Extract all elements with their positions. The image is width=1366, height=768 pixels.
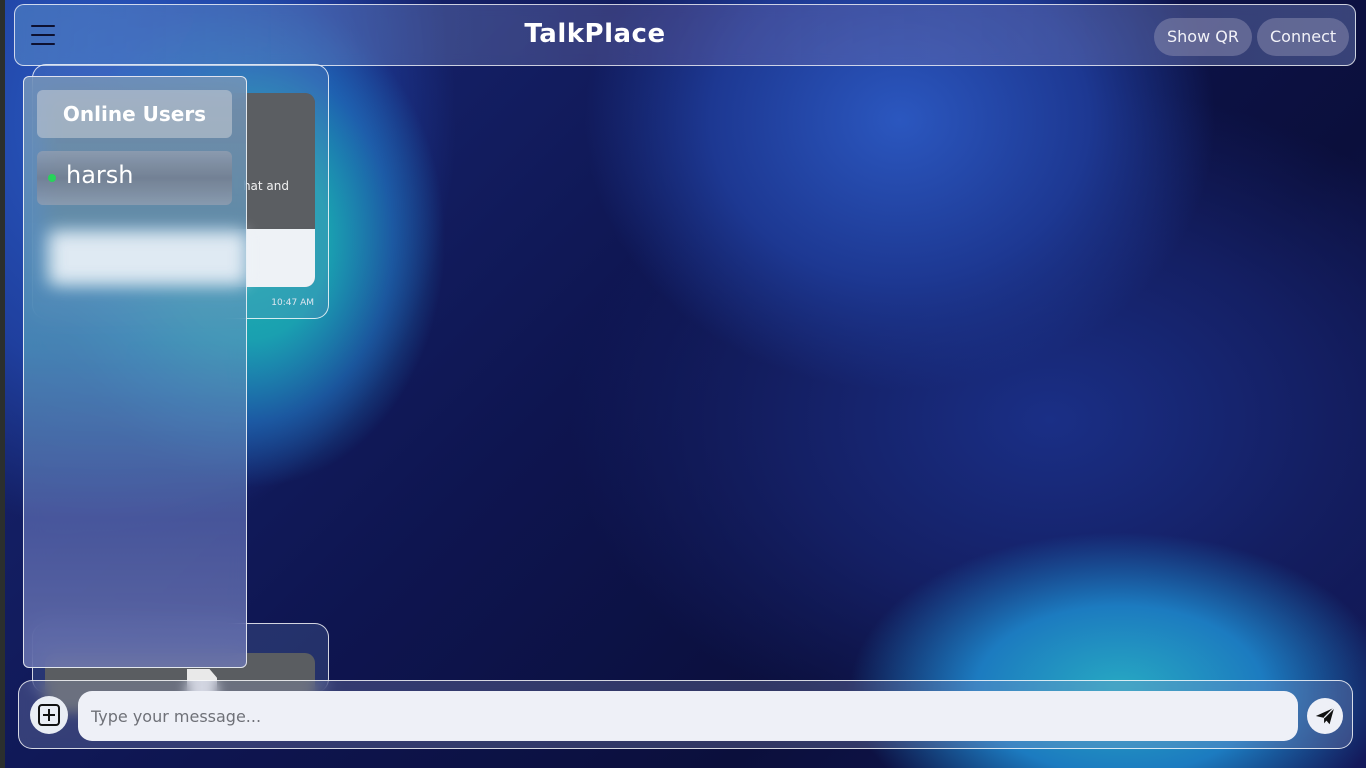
plus-square-icon <box>38 704 60 726</box>
user-list-item[interactable]: harsh <box>37 151 232 205</box>
message-composer <box>18 680 1353 749</box>
user-name: harsh <box>66 161 134 189</box>
send-button[interactable] <box>1307 698 1343 734</box>
app-title: TalkPlace <box>524 19 666 49</box>
show-qr-button[interactable]: Show QR <box>1154 18 1252 56</box>
online-users-sidebar: Online Users harsh <box>23 76 247 668</box>
app-header: TalkPlace Show QR Connect <box>14 4 1356 66</box>
blurred-panel <box>50 232 246 284</box>
connect-button[interactable]: Connect <box>1257 18 1350 56</box>
paper-plane-icon <box>1315 707 1335 725</box>
sidebar-title: Online Users <box>37 90 232 138</box>
window-edge <box>0 0 5 768</box>
message-timestamp: 10:47 AM <box>271 298 314 308</box>
message-text: hat and <box>242 179 289 193</box>
message-input[interactable] <box>78 691 1298 741</box>
online-status-icon <box>48 174 56 182</box>
attach-button[interactable] <box>30 696 68 734</box>
